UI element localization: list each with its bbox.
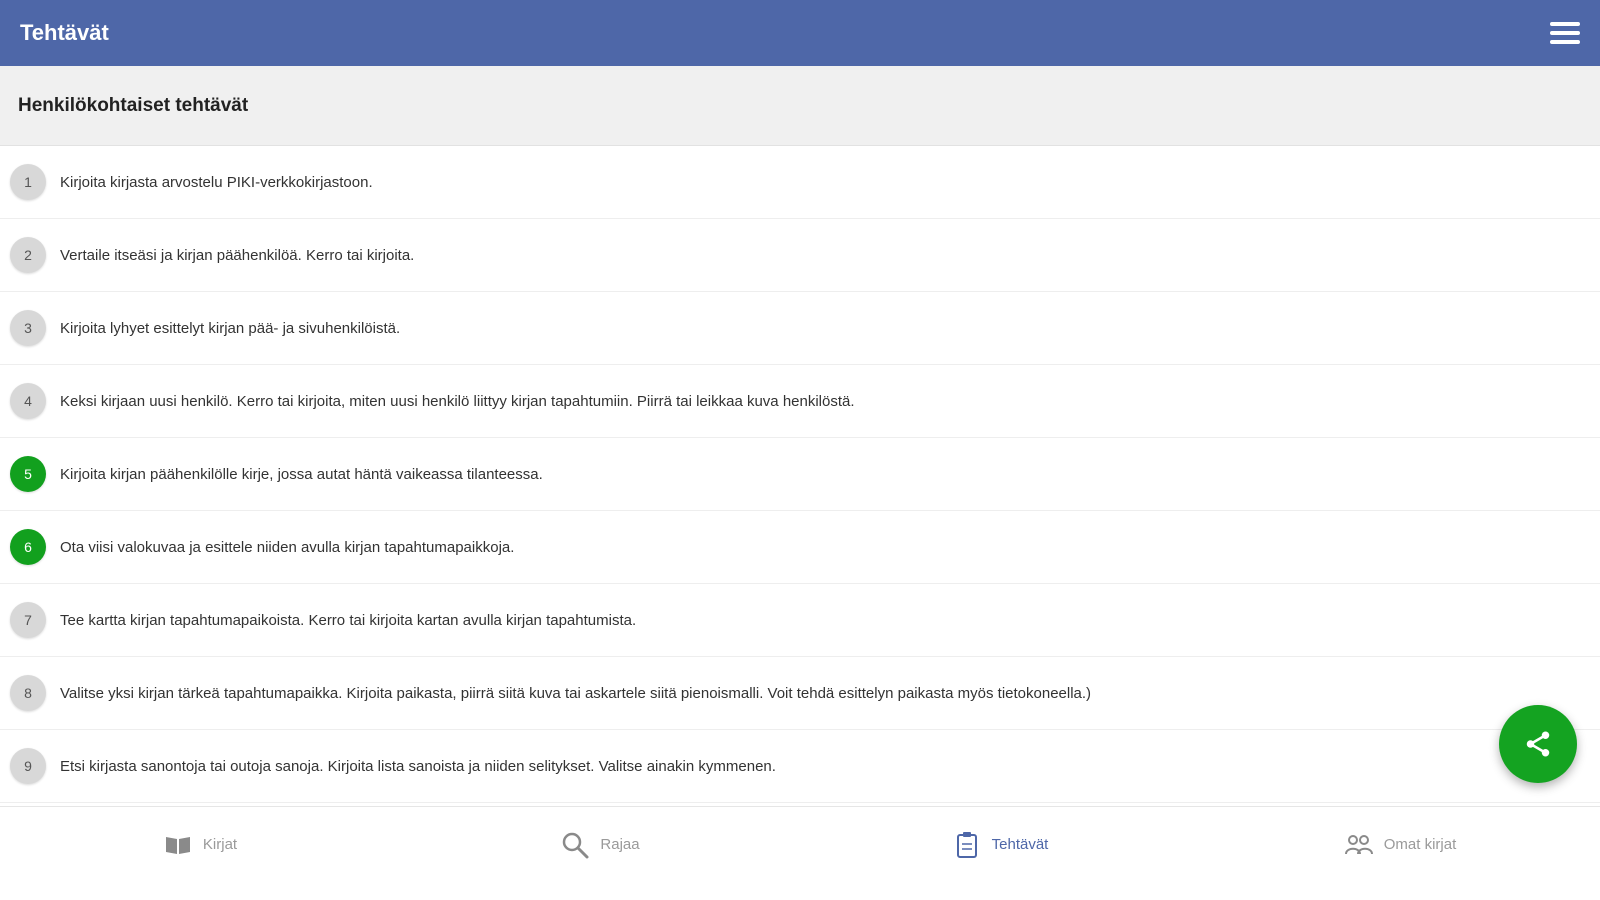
section-title: Henkilökohtaiset tehtävät (18, 94, 249, 116)
task-row[interactable]: 5 Kirjoita kirjan päähenkilölle kirje, j… (0, 438, 1600, 511)
task-text: Keksi kirjaan uusi henkilö. Kerro tai ki… (60, 392, 855, 410)
nav-item-rajaa[interactable]: Rajaa (400, 807, 800, 900)
task-number-badge: 9 (10, 748, 46, 784)
nav-label: Tehtävät (991, 836, 1049, 853)
task-row[interactable]: 9 Etsi kirjasta sanontoja tai outoja san… (0, 730, 1600, 803)
book-icon (163, 830, 193, 860)
task-number-badge-done: 6 (10, 529, 46, 565)
search-icon (560, 830, 590, 860)
task-list: 1 Kirjoita kirjasta arvostelu PIKI-verkk… (0, 146, 1600, 803)
page-title: Tehtävät (20, 20, 109, 45)
hamburger-menu-icon[interactable] (1548, 18, 1582, 48)
task-text: Etsi kirjasta sanontoja tai outoja sanoj… (60, 757, 776, 775)
nav-label: Rajaa (600, 836, 640, 853)
share-icon (1526, 731, 1550, 757)
task-text: Valitse yksi kirjan tärkeä tapahtumapaik… (60, 684, 1092, 702)
share-button[interactable] (1499, 705, 1577, 783)
task-text: Kirjoita lyhyet esittelyt kirjan pää- ja… (60, 319, 401, 337)
task-number-badge: 7 (10, 602, 46, 638)
bottom-nav: Kirjat Rajaa Tehtävät Omat kirjat (0, 806, 1600, 900)
task-text: Ota viisi valokuvaa ja esittele niiden a… (60, 538, 515, 556)
task-text: Kirjoita kirjan päähenkilölle kirje, jos… (60, 465, 543, 483)
nav-label: Omat kirjat (1383, 836, 1457, 853)
task-row[interactable]: 8 Valitse yksi kirjan tärkeä tapahtumapa… (0, 657, 1600, 730)
people-icon (1344, 830, 1374, 860)
task-number-badge: 2 (10, 237, 46, 273)
nav-item-tehtavat[interactable]: Tehtävät (800, 807, 1200, 900)
task-text: Kirjoita kirjasta arvostelu PIKI-verkkok… (60, 173, 373, 191)
task-row[interactable]: 3 Kirjoita lyhyet esittelyt kirjan pää- … (0, 292, 1600, 365)
task-row[interactable]: 7 Tee kartta kirjan tapahtumapaikoista. … (0, 584, 1600, 657)
section-header: Henkilökohtaiset tehtävät (0, 66, 1600, 146)
task-number-badge: 8 (10, 675, 46, 711)
task-row[interactable]: 2 Vertaile itseäsi ja kirjan päähenkilöä… (0, 219, 1600, 292)
task-number-badge: 1 (10, 164, 46, 200)
task-text: Tee kartta kirjan tapahtumapaikoista. Ke… (60, 611, 637, 629)
task-text: Vertaile itseäsi ja kirjan päähenkilöä. … (60, 246, 415, 264)
nav-item-omat-kirjat[interactable]: Omat kirjat (1200, 807, 1600, 900)
clipboard-icon (952, 830, 982, 860)
task-row[interactable]: 6 Ota viisi valokuvaa ja esittele niiden… (0, 511, 1600, 584)
task-number-badge: 3 (10, 310, 46, 346)
task-row[interactable]: 1 Kirjoita kirjasta arvostelu PIKI-verkk… (0, 146, 1600, 219)
task-number-badge-done: 5 (10, 456, 46, 492)
task-row[interactable]: 4 Keksi kirjaan uusi henkilö. Kerro tai … (0, 365, 1600, 438)
nav-item-kirjat[interactable]: Kirjat (0, 807, 400, 900)
app-bar: Tehtävät (0, 0, 1600, 66)
nav-label: Kirjat (202, 836, 238, 853)
task-number-badge: 4 (10, 383, 46, 419)
